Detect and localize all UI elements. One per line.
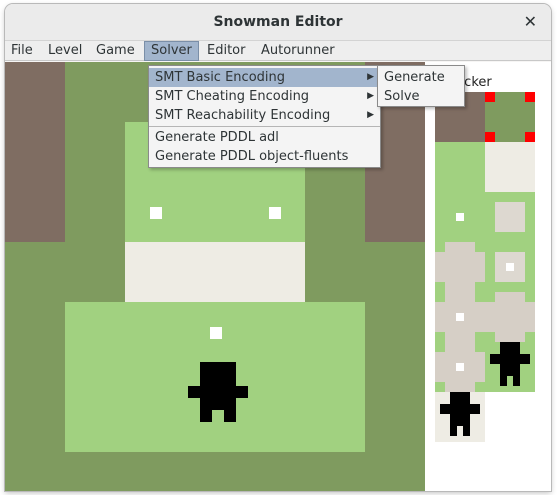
menu-bar: File Level Game Solver Editor Autorunner (5, 41, 551, 61)
window-title: Snowman Editor (213, 14, 343, 30)
submenu-item-generate[interactable]: Generate (378, 68, 464, 87)
submenu-arrow-icon: ▶ (367, 72, 374, 82)
picker-tile-player-snow[interactable] (435, 392, 485, 442)
close-icon[interactable]: ✕ (524, 12, 537, 31)
picker-tile-player-grass[interactable] (485, 342, 535, 392)
menu-item-smt-cheating-encoding[interactable]: SMT Cheating Encoding ▶ (149, 87, 380, 106)
menu-item-smt-reachability-encoding[interactable]: SMT Reachability Encoding ▶ (149, 106, 380, 125)
snowball-marker (150, 207, 162, 219)
snowman-editor-window: Snowman Editor ✕ File Level Game Solver … (5, 4, 551, 491)
menu-item-generate-pddl-object-fluents[interactable]: Generate PDDL object-fluents (149, 147, 380, 166)
tile-picker (435, 62, 551, 491)
menu-item-label: SMT Basic Encoding (155, 70, 285, 85)
dirt-tile (5, 62, 65, 242)
picker-tile-dark-grass-selected[interactable] (485, 92, 535, 142)
menu-solver[interactable]: Solver (144, 41, 199, 61)
picker-tile-grass-small-snow[interactable] (485, 242, 535, 292)
selection-corner-icon (525, 132, 535, 142)
menu-editor[interactable]: Editor (201, 42, 251, 60)
menu-game[interactable]: Game (90, 42, 141, 60)
picker-tile-ball-on-grass[interactable] (435, 342, 485, 392)
title-bar: Snowman Editor ✕ (5, 4, 551, 41)
picker-tile-grass-ball[interactable] (435, 192, 485, 242)
snow-tile (125, 242, 305, 302)
menu-item-generate-pddl-adl[interactable]: Generate PDDL adl (149, 128, 380, 147)
picker-divider (425, 62, 435, 491)
picker-tile-grass-snow[interactable] (485, 192, 535, 242)
picker-tile-large-ball[interactable] (435, 292, 485, 342)
menu-item-smt-basic-encoding[interactable]: SMT Basic Encoding ▶ (149, 68, 380, 87)
snowball-marker (269, 207, 281, 219)
picker-tile-stacked[interactable] (485, 292, 535, 342)
submenu-arrow-icon: ▶ (367, 110, 374, 120)
selection-corner-icon (485, 132, 495, 142)
menu-item-label: SMT Reachability Encoding (155, 108, 331, 123)
menu-level[interactable]: Level (42, 42, 88, 60)
selection-corner-icon (525, 92, 535, 102)
submenu-item-solve[interactable]: Solve (378, 87, 464, 106)
submenu-arrow-icon: ▶ (367, 91, 374, 101)
snowball-marker (210, 327, 222, 339)
menu-item-label: SMT Cheating Encoding (155, 89, 310, 104)
solver-dropdown: SMT Basic Encoding ▶ SMT Cheating Encodi… (148, 65, 381, 168)
menu-autorunner[interactable]: Autorunner (255, 42, 341, 60)
picker-tile-grass[interactable] (435, 142, 485, 192)
selection-corner-icon (485, 92, 495, 102)
menu-file[interactable]: File (5, 42, 39, 60)
smt-basic-submenu: Generate Solve (377, 65, 465, 107)
picker-tile-medium-ball[interactable] (435, 242, 485, 292)
picker-tile-snow[interactable] (485, 142, 535, 192)
menu-separator (149, 126, 380, 127)
